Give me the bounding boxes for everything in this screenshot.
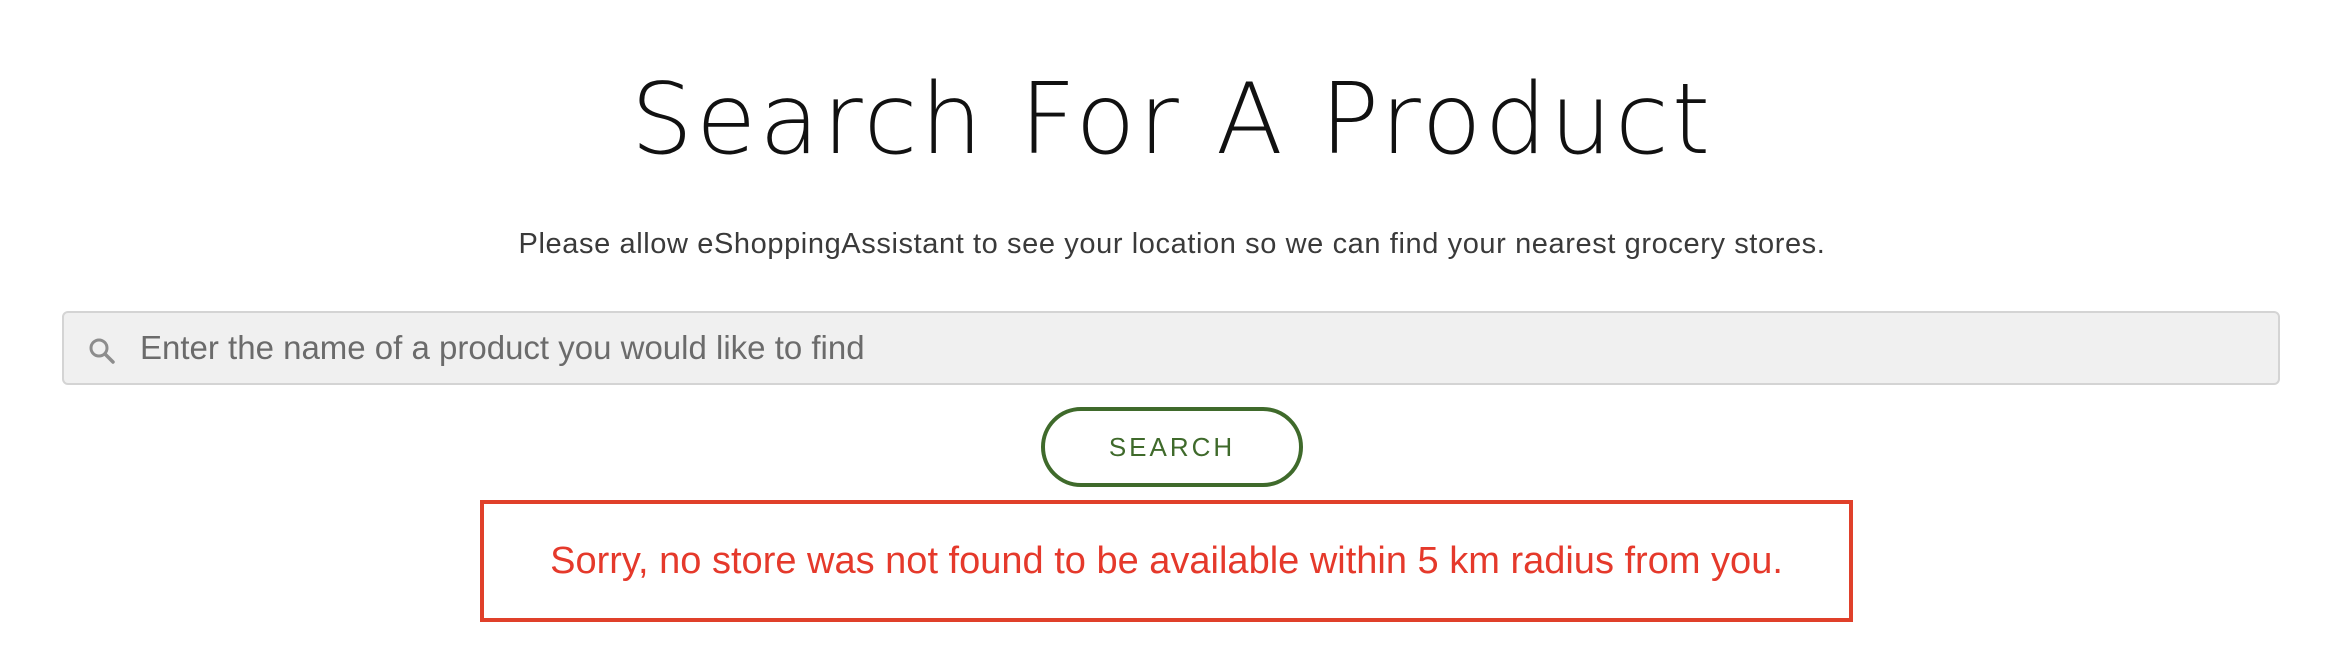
page-title: Search For A Product xyxy=(630,63,1714,177)
error-message: Sorry, no store was not found to be avai… xyxy=(550,540,1783,582)
location-permission-text: Please allow eShoppingAssistant to see y… xyxy=(518,228,1826,260)
search-input[interactable] xyxy=(78,313,2198,383)
search-button[interactable]: SEARCH xyxy=(1041,407,1303,487)
error-message-box: Sorry, no store was not found to be avai… xyxy=(480,500,1853,622)
search-bar[interactable] xyxy=(62,311,2280,385)
